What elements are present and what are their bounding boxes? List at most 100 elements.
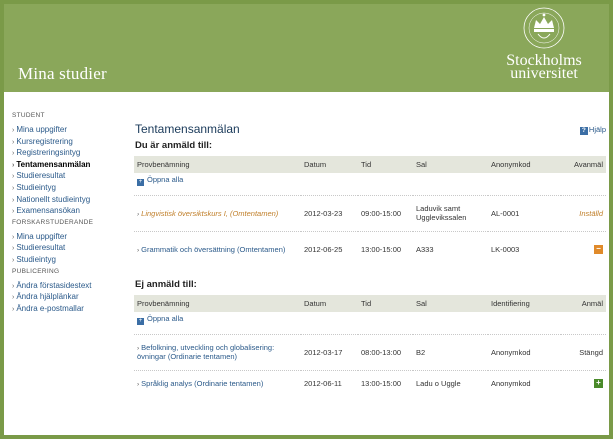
- main-content: Tentamensanmälan ? Hjälp Du är anmäld til…: [134, 122, 606, 396]
- page-frame: Mina studier Stockholms universitet Stud…: [0, 0, 613, 439]
- column-header: Datum: [301, 295, 358, 312]
- identification: Anonymkod: [488, 369, 561, 396]
- column-header: Avanmäl: [561, 156, 606, 173]
- table-row: › Lingvistisk översiktskurs I, (Omtentame…: [134, 194, 606, 231]
- open-all-row: + Öppna alla: [134, 312, 606, 334]
- sidebar-group-forskarstuderande: Forskarstuderande › Mina uppgifter › Studi…: [12, 219, 127, 266]
- column-header: Identifiering: [488, 295, 561, 312]
- sidebar-item-examensansokan[interactable]: › Examensansökan: [12, 205, 127, 217]
- course-link[interactable]: › Lingvistisk översiktskurs I, (Omtentame…: [137, 209, 278, 218]
- arrow-right-icon: ›: [12, 161, 15, 169]
- exam-date: 2012-06-25: [301, 230, 358, 267]
- course-link[interactable]: › Befolkning, utveckling och globaliserin…: [137, 343, 274, 361]
- exam-date: 2012-03-17: [301, 333, 358, 370]
- sidebar-heading: Student: [12, 112, 45, 119]
- unregistered-table: Provbenämning Datum Tid Sal Identifierin…: [134, 295, 606, 396]
- arrow-right-icon: ›: [12, 282, 15, 290]
- arrow-right-icon: ›: [137, 246, 140, 254]
- arrow-right-icon: ›: [12, 305, 15, 313]
- open-all-link[interactable]: + Öppna alla: [137, 175, 183, 186]
- sidebar-item-nationellt-studieintyg[interactable]: › Nationellt studieintyg: [12, 194, 127, 206]
- sidebar-item-kursregistrering[interactable]: › Kursregistrering: [12, 136, 127, 148]
- column-header: Tid: [358, 295, 413, 312]
- university-logo[interactable]: Stockholms universitet: [494, 6, 594, 86]
- exam-room: Ladu o Uggle: [413, 369, 488, 396]
- help-icon: ?: [579, 127, 588, 135]
- arrow-right-icon: ›: [12, 233, 15, 241]
- exam-room: Laduvik samt Ugglevikssalen: [413, 194, 488, 231]
- expand-all-icon: +: [137, 318, 144, 325]
- arrow-right-icon: ›: [12, 173, 15, 181]
- column-header: Sal: [413, 156, 488, 173]
- open-all-row: + Öppna alla: [134, 173, 606, 195]
- arrow-right-icon: ›: [137, 380, 140, 388]
- sidebar-group-student: Student › Mina uppgifter › Kursregistrerin…: [12, 112, 127, 217]
- anonymous-code: LK-0003: [488, 230, 561, 267]
- table-row: › Befolkning, utveckling och globaliserin…: [134, 333, 606, 370]
- arrow-right-icon: ›: [12, 150, 15, 158]
- table-header-row: Provbenämning Datum Tid Sal Anonymkod Av…: [134, 156, 606, 173]
- column-header: Datum: [301, 156, 358, 173]
- arrow-right-icon: ›: [137, 345, 140, 352]
- sidebar: Student › Mina uppgifter › Kursregistrerin…: [12, 112, 127, 316]
- sidebar-item-studieintyg[interactable]: › Studieintyg: [12, 182, 127, 194]
- exam-time: 13:00-15:00: [358, 230, 413, 267]
- sidebar-item-andra-e-postmallar[interactable]: › Ändra e-postmallar: [12, 303, 127, 315]
- arrow-right-icon: ›: [12, 208, 15, 216]
- sidebar-item-mina-uppgifter[interactable]: › Mina uppgifter: [12, 124, 127, 136]
- exam-room: B2: [413, 333, 488, 370]
- status-badge: Inställd: [561, 194, 606, 231]
- exam-time: 08:00-13:00: [358, 333, 413, 370]
- arrow-right-icon: ›: [12, 245, 15, 253]
- sidebar-item-registreringsintyg[interactable]: › Registreringsintyg: [12, 147, 127, 159]
- arrow-right-icon: ›: [12, 196, 15, 204]
- unregistered-heading: Ej anmäld till:: [135, 279, 197, 290]
- register-button[interactable]: +: [594, 379, 603, 389]
- course-link[interactable]: › Språklig analys (Ordinarie tentamen): [137, 379, 263, 388]
- exam-room: A333: [413, 230, 488, 267]
- sidebar-item-studieintyg-fs[interactable]: › Studieintyg: [12, 254, 127, 266]
- open-all-link[interactable]: + Öppna alla: [137, 314, 183, 325]
- sidebar-item-mina-uppgifter-fs[interactable]: › Mina uppgifter: [12, 231, 127, 243]
- help-link[interactable]: ? Hjälp: [579, 125, 606, 135]
- registered-heading: Du är anmäld till:: [135, 140, 213, 151]
- sidebar-group-publicering: Publicering › Ändra förstasidestext › Ändr…: [12, 268, 127, 315]
- exam-date: 2012-03-23: [301, 194, 358, 231]
- crown-seal-icon: [523, 7, 565, 49]
- sidebar-item-andra-hjalplankar[interactable]: › Ändra hjälplänkar: [12, 291, 127, 303]
- arrow-right-icon: ›: [12, 138, 15, 146]
- table-row: › Grammatik och översättning (Omtentamen)…: [134, 230, 606, 267]
- site-header: Mina studier Stockholms universitet: [4, 4, 609, 92]
- column-header: Provbenämning: [134, 295, 301, 312]
- unregister-button[interactable]: −: [594, 245, 603, 255]
- column-header: Anmäl: [561, 295, 606, 312]
- sidebar-item-andra-forstasidestext[interactable]: › Ändra förstasidestext: [12, 280, 127, 292]
- registered-table: Provbenämning Datum Tid Sal Anonymkod Av…: [134, 156, 606, 267]
- page-title: Tentamensanmälan: [135, 122, 240, 136]
- anonymous-code: AL-0001: [488, 194, 561, 231]
- sidebar-item-studieresultat-fs[interactable]: › Studieresultat: [12, 242, 127, 254]
- sidebar-heading: Publicering: [12, 267, 60, 275]
- column-header: Provbenämning: [134, 156, 301, 173]
- expand-all-icon: +: [137, 179, 144, 186]
- arrow-right-icon: ›: [12, 256, 15, 264]
- arrow-right-icon: ›: [12, 184, 15, 192]
- status-badge: Stängd: [561, 333, 606, 370]
- arrow-right-icon: ›: [12, 127, 15, 134]
- course-link[interactable]: › Grammatik och översättning (Omtentamen): [137, 245, 285, 254]
- arrow-right-icon: ›: [137, 210, 140, 218]
- site-title[interactable]: Mina studier: [18, 64, 107, 84]
- column-header: Tid: [358, 156, 413, 173]
- exam-date: 2012-06-11: [301, 369, 358, 396]
- table-header-row: Provbenämning Datum Tid Sal Identifierin…: [134, 295, 606, 312]
- identification: Anonymkod: [488, 333, 561, 370]
- logo-wordmark: Stockholms universitet: [506, 52, 582, 82]
- exam-time: 13:00-15:00: [358, 369, 413, 396]
- exam-time: 09:00-15:00: [358, 194, 413, 231]
- arrow-right-icon: ›: [12, 294, 15, 302]
- sidebar-item-tentamensanmalan[interactable]: › Tentamensanmälan: [12, 159, 127, 171]
- column-header: Anonymkod: [488, 156, 561, 173]
- sidebar-item-studieresultat[interactable]: › Studieresultat: [12, 170, 127, 182]
- sidebar-heading: Forskarstuderande: [12, 218, 94, 226]
- column-header: Sal: [413, 295, 488, 312]
